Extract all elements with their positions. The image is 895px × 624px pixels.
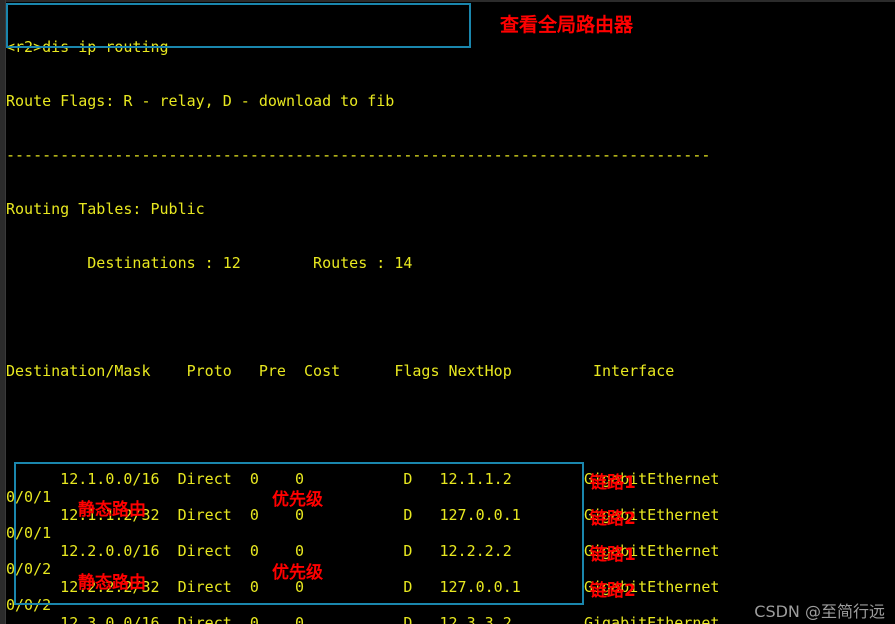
separator-line: ----------------------------------------… (6, 146, 711, 164)
annotation-view-global-router: 查看全局路由器 (500, 14, 634, 36)
annotation-static-route-1: 静态路由 (78, 500, 146, 520)
annotation-link-2: 链路2 (590, 509, 636, 529)
terminal-output: <r2>dis ip routing Route Flags: R - rela… (6, 2, 895, 624)
routing-table-row: 0/0/1 (6, 524, 52, 542)
routing-table-row: 12.2.0.0/16 Direct 0 0 D 12.2.2.2 Gigabi… (6, 542, 720, 560)
annotation-static-route-2: 静态路由 (78, 573, 146, 593)
terminal-screenshot: <r2>dis ip routing Route Flags: R - rela… (0, 0, 895, 624)
annotation-link-4: 链路2 (590, 581, 636, 601)
annotation-link-3: 链路1 (590, 545, 636, 565)
annotation-priority-1: 优先级 (272, 490, 323, 510)
annotation-priority-2: 优先级 (272, 563, 323, 583)
command-prompt-line: <r2>dis ip routing (6, 38, 169, 56)
summary-line: Destinations : 12 Routes : 14 (6, 254, 413, 272)
route-flags-line: Route Flags: R - relay, D - download to … (6, 92, 395, 110)
watermark: CSDN @至简行远 (754, 602, 885, 621)
annotation-link-1: 链路1 (590, 473, 636, 493)
table-header-line: Destination/Mask Proto Pre Cost Flags Ne… (6, 362, 675, 380)
routing-tables-line: Routing Tables: Public (6, 200, 205, 218)
routing-table-row: 12.1.0.0/16 Direct 0 0 D 12.1.1.2 Gigabi… (6, 470, 720, 488)
